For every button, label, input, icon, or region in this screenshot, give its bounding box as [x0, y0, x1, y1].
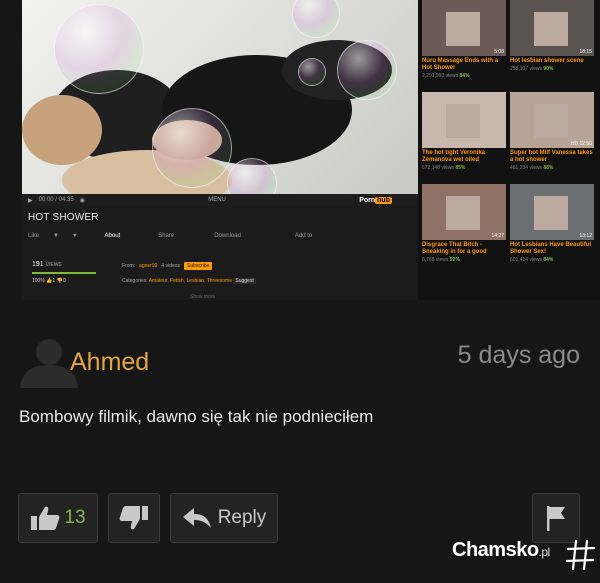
like-count: 13 [64, 507, 86, 528]
categories-row: Categories: Amateur, Fetish, Lesbian, Th… [122, 278, 256, 284]
related-video-stats: 601,414 views 84% [510, 257, 554, 263]
related-video-stats: 2,291,993 views 84% [422, 73, 470, 79]
related-video-stats: 258,107 views 90% [510, 66, 554, 72]
censor-blur [446, 196, 480, 230]
censor-blur [534, 196, 568, 230]
like-button[interactable]: 13 [18, 493, 98, 543]
related-video-title[interactable]: Disgrace That Bitch - Sneaking in for a … [422, 242, 506, 256]
video-player[interactable] [22, 0, 418, 194]
video-title: HOT SHOWER [28, 212, 99, 223]
hash-icon [566, 539, 596, 571]
show-more-button[interactable]: Show more [190, 294, 215, 300]
related-video-title[interactable]: Super hot Milf Vanessa takes a hot showe… [510, 150, 594, 164]
related-video-thumbnail[interactable]: 13:12 [510, 184, 594, 240]
video-time: 00:00 / 04:35 [38, 197, 74, 203]
thumbs-down-icon [119, 506, 148, 530]
menu-label[interactable]: MENU [208, 197, 226, 203]
video-tabs: Like ▼ ♥ About Share Download Add to [28, 233, 412, 239]
related-video-item[interactable]: 18:15 Hot lesbian shower scene 258,107 vie… [510, 0, 594, 92]
related-video-thumbnail[interactable]: 5:08 [422, 0, 506, 56]
suggest-button[interactable]: Suggest [233, 278, 256, 284]
volume-icon[interactable]: ◉ [80, 197, 85, 204]
play-icon[interactable]: ▶ [28, 197, 33, 204]
video-info: HOT SHOWER Like ▼ ♥ About Share Download… [22, 206, 418, 300]
related-video-thumbnail[interactable]: 18:15 [510, 0, 594, 56]
view-count: 191 VIEWS [32, 261, 62, 268]
comment-text: Bombowy filmik, dawno się tak nie podnie… [19, 407, 374, 426]
related-video-stats: 6,768 views 92% [422, 257, 460, 263]
watermark-logo: Chamsko.pl [452, 539, 550, 561]
embedded-screenshot: ▶ 00:00 / 04:35 ◉ MENU Porn hub HOT SHOWE… [22, 0, 600, 300]
subscribe-button[interactable]: Subscribe [184, 262, 213, 270]
related-video-thumbnail[interactable]: 14:27 [422, 184, 506, 240]
related-video-item[interactable]: 14:27 Disgrace That Bitch - Sneaking in f… [422, 184, 506, 276]
video-duration: 18:15 [579, 49, 592, 55]
related-videos: 5:08 Nuru Massage Ends with a Hot Shower 2… [422, 0, 600, 300]
rating-bar [32, 272, 96, 274]
related-video-title[interactable]: Nuru Massage Ends with a Hot Shower [422, 58, 506, 72]
censor-blur [446, 104, 480, 138]
related-video-stats: 461,234 views 88% [510, 165, 554, 171]
bubble [152, 108, 232, 188]
comment-timestamp: 5 days ago [457, 341, 580, 369]
related-video-title[interactable]: Hot Lesbians Have Beautiful Shower Sex! [510, 242, 594, 256]
video-duration: 13:12 [579, 233, 592, 239]
censor-blur [534, 104, 568, 138]
tab-add-to[interactable]: Add to [295, 233, 312, 239]
reply-button[interactable]: Reply [170, 493, 278, 543]
site-logo: Porn hub [359, 196, 392, 204]
tab-about[interactable]: About [105, 233, 121, 239]
tab-download[interactable]: Download [214, 233, 241, 239]
goat-light-1 [22, 95, 102, 165]
tab-like[interactable]: Like [28, 233, 39, 239]
tab-share[interactable]: Share [158, 233, 174, 239]
uploader-row: From: agner99 4 videos Subscribe [122, 262, 213, 270]
uploader-link[interactable]: agner99 [139, 263, 157, 269]
related-video-item[interactable]: HD 12:50 Super hot Milf Vanessa takes a h… [510, 92, 594, 184]
related-video-thumbnail[interactable] [422, 92, 506, 148]
related-video-stats: 572,148 views 85% [422, 165, 466, 171]
categories-links[interactable]: Amateur, Fetish, Lesbian, Threesome [149, 278, 232, 284]
bubble [54, 4, 144, 94]
flag-button[interactable] [532, 493, 580, 543]
related-video-item[interactable]: The hot tight Veronika Zemanova wet oile… [422, 92, 506, 184]
reply-arrow-icon [182, 508, 211, 528]
heart-icon[interactable]: ♥ [73, 233, 77, 239]
video-duration: HD 12:50 [570, 141, 592, 147]
related-video-item[interactable]: 5:08 Nuru Massage Ends with a Hot Shower 2… [422, 0, 506, 92]
rating-stats: 100% 👍1 👎0 [32, 278, 66, 284]
related-video-item[interactable]: 13:12 Hot Lesbians Have Beautiful Shower … [510, 184, 594, 276]
flag-icon [547, 506, 565, 531]
dislike-button[interactable] [108, 493, 160, 543]
video-controls: ▶ 00:00 / 04:35 ◉ MENU Porn hub [22, 194, 418, 206]
video-duration: 14:27 [491, 233, 504, 239]
censor-blur [534, 12, 568, 46]
related-video-title[interactable]: Hot lesbian shower scene [510, 58, 594, 65]
comment-username[interactable]: Ahmed [70, 348, 149, 377]
censor-blur [446, 12, 480, 46]
bubble [298, 58, 326, 86]
reply-label: Reply [217, 507, 267, 528]
thumbs-down-small-icon[interactable]: ▼ [53, 233, 59, 239]
thumbs-up-icon [31, 506, 60, 530]
bubble [337, 40, 397, 100]
video-duration: 5:08 [494, 49, 504, 55]
related-video-title[interactable]: The hot tight Veronika Zemanova wet oile… [422, 150, 506, 164]
related-video-thumbnail[interactable]: HD 12:50 [510, 92, 594, 148]
